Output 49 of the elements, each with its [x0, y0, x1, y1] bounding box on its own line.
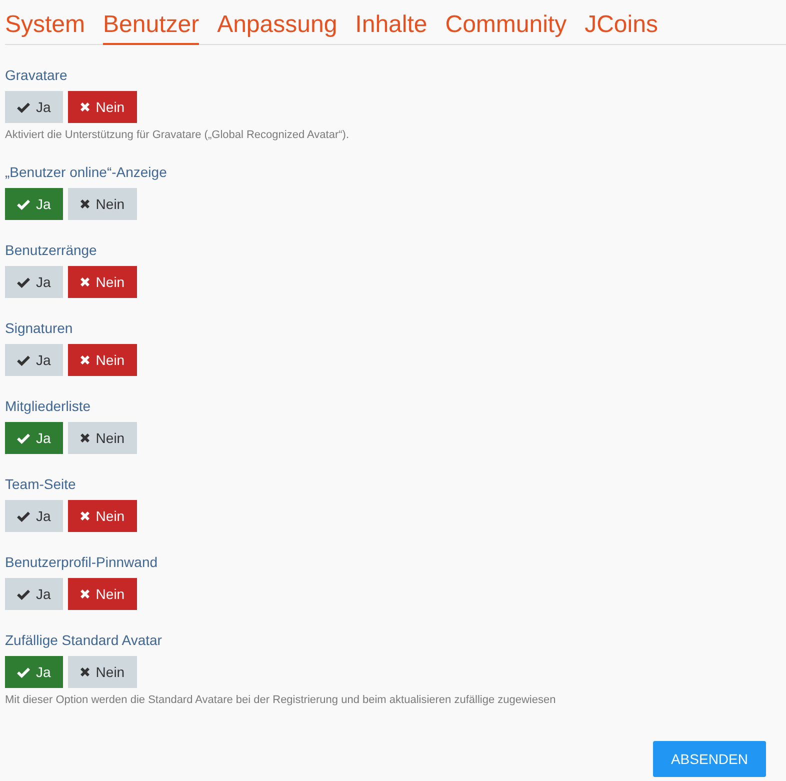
tab[interactable]: Benutzer	[103, 10, 200, 45]
toggle-button[interactable]: Nein	[68, 91, 137, 123]
toggle-button[interactable]: Ja	[5, 344, 63, 376]
check-icon	[17, 432, 30, 444]
setting-label: Zufällige Standard Avatar	[5, 631, 162, 649]
toggle-button[interactable]: Nein	[68, 656, 137, 688]
tab[interactable]: Community	[445, 10, 567, 45]
close-icon	[80, 433, 90, 443]
close-icon	[80, 102, 90, 112]
toggle-button[interactable]: Nein	[68, 422, 137, 454]
toggle-button[interactable]: Ja	[5, 578, 63, 610]
close-icon	[80, 199, 90, 209]
close-icon	[80, 667, 90, 677]
check-icon	[17, 588, 30, 600]
tab[interactable]: Inhalte	[355, 10, 428, 45]
toggle-button[interactable]: Nein	[68, 500, 137, 532]
help-text: Mit dieser Option werden die Standard Avatare bei der Registrierung und beim aktualisieren zufällige zugewiesen	[5, 693, 556, 707]
toggle-button[interactable]: Ja	[5, 266, 63, 298]
check-icon	[17, 102, 30, 112]
toggle-button[interactable]: Nein	[68, 578, 137, 610]
check-icon	[17, 510, 30, 522]
close-icon	[80, 277, 90, 287]
tab[interactable]: System	[5, 10, 86, 45]
toggle-button[interactable]: Nein	[68, 344, 137, 376]
setting-label: „Benutzer online“-Anzeige	[5, 163, 167, 181]
toggle-button[interactable]: Ja	[5, 188, 63, 220]
toggle-button[interactable]: Nein	[68, 266, 137, 298]
toggle-button[interactable]: Ja	[5, 500, 63, 532]
close-icon	[80, 355, 90, 365]
setting-label: Benutzerprofil-Pinnwand	[5, 553, 158, 571]
setting-label: Gravatare	[5, 66, 68, 84]
check-icon	[17, 276, 30, 288]
check-icon	[17, 198, 30, 210]
setting-label: Team-Seite	[5, 475, 76, 493]
toggle-button[interactable]: Ja	[5, 422, 63, 454]
check-icon	[17, 666, 30, 678]
help-text: Aktiviert die Unterstützung für Gravatare („Global Recognized Avatar“).	[5, 128, 350, 142]
check-icon	[17, 354, 30, 366]
toggle-button[interactable]: Ja	[5, 91, 63, 123]
submit-button[interactable]: ABSENDEN	[652, 741, 766, 777]
setting-label: Mitgliederliste	[5, 397, 91, 415]
toggle-button[interactable]: Nein	[68, 188, 137, 220]
tab[interactable]: JCoins	[584, 10, 658, 45]
tab[interactable]: Anpassung	[217, 10, 338, 45]
setting-label: Signaturen	[5, 319, 73, 337]
close-icon	[80, 511, 90, 521]
toggle-button[interactable]: Ja	[5, 656, 63, 688]
close-icon	[80, 589, 90, 599]
setting-label: Benutzerränge	[5, 241, 97, 259]
